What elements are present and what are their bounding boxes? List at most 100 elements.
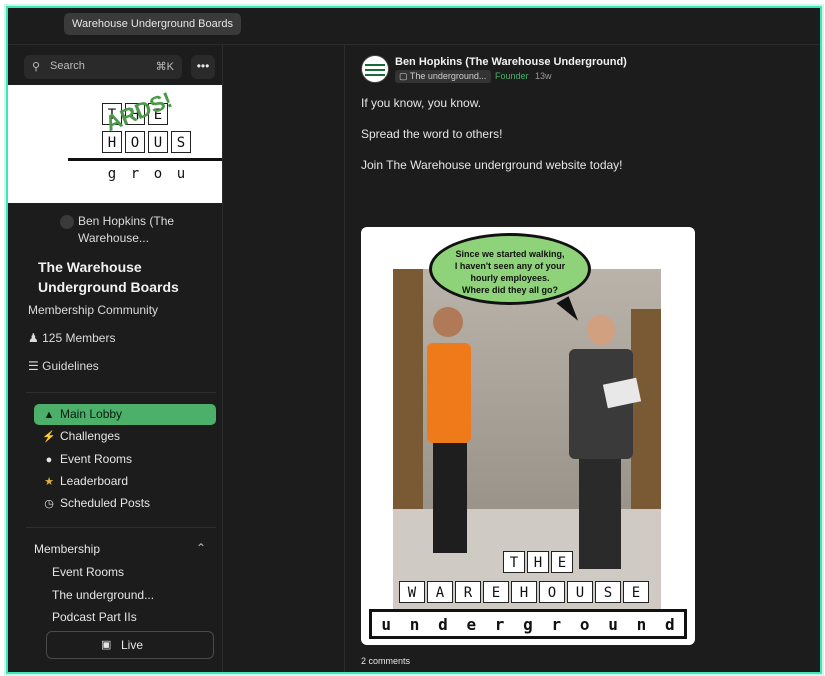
- comments-count[interactable]: 2 comments: [361, 656, 410, 666]
- logo-letter: u: [608, 614, 618, 634]
- community-owner[interactable]: Ben Hopkins (The Warehouse...: [60, 213, 208, 247]
- logo-letter: H: [511, 581, 537, 603]
- guidelines-label: Guidelines: [42, 359, 99, 373]
- logo-warehouse-row: W A R E H O U S E: [399, 581, 651, 603]
- logo-letter: T: [503, 551, 525, 573]
- logo-letter: R: [455, 581, 481, 603]
- section-title: Membership: [34, 542, 101, 556]
- post-image[interactable]: T H E W A R E H O U S E Since we started: [361, 227, 695, 645]
- sidebar-item-podcast[interactable]: Podcast Part IIs: [52, 610, 137, 624]
- banner-letter: g: [107, 166, 117, 182]
- membership-section-header[interactable]: Membership ⌃: [34, 541, 216, 556]
- nav-label: Main Lobby: [60, 407, 123, 421]
- banner-letter: U: [148, 131, 168, 153]
- video-camera-icon: ▣: [101, 639, 112, 651]
- logo-letter: W: [399, 581, 425, 603]
- members-link[interactable]: ♟ 125 Members: [28, 331, 115, 345]
- search-shortcut: ⌘K: [155, 61, 174, 73]
- nav-label: Challenges: [60, 429, 121, 443]
- warehouse-photo: T H E W A R E H O U S E: [393, 269, 661, 609]
- logo-letter: O: [539, 581, 565, 603]
- guidelines-link[interactable]: ☰ Guidelines: [28, 359, 99, 373]
- sidebar-item-event-rooms-2[interactable]: Event Rooms: [52, 565, 124, 579]
- live-button[interactable]: ▣ Live: [46, 631, 214, 659]
- founder-badge: Founder: [495, 71, 529, 81]
- banner-letter: o: [153, 166, 163, 182]
- bubble-line: hourly employees.: [470, 273, 550, 283]
- breadcrumb[interactable]: Warehouse Underground Boards: [64, 13, 242, 35]
- bubble-line: Since we started walking,: [455, 249, 565, 259]
- banner-divider: [68, 158, 222, 161]
- post-age[interactable]: 13w: [535, 71, 552, 81]
- manager-legs: [579, 459, 621, 569]
- banner-letter: S: [171, 131, 191, 153]
- shelf-left: [393, 269, 423, 509]
- guidelines-icon: ☰: [28, 359, 39, 373]
- logo-letter: E: [483, 581, 509, 603]
- community-type: Membership Community: [28, 303, 158, 317]
- monitor-icon: ▢: [399, 71, 408, 81]
- manager-head: [587, 315, 615, 345]
- sidebar-item-challenges[interactable]: ⚡ Challenges: [34, 426, 216, 447]
- chevron-up-icon: ⌃: [195, 541, 206, 555]
- search-input[interactable]: ⚲ Search ⌘K: [24, 55, 182, 79]
- owner-name: Ben Hopkins (The Warehouse...: [78, 214, 175, 245]
- post-paragraph: If you know, you know.: [361, 96, 482, 110]
- nav-label: Event Rooms: [60, 452, 133, 466]
- more-options-button[interactable]: •••: [191, 55, 215, 79]
- logo-letter: U: [567, 581, 593, 603]
- sidebar-item-scheduled-posts[interactable]: ◷ Scheduled Posts: [34, 493, 216, 514]
- post-paragraph: Spread the word to others!: [361, 127, 503, 141]
- search-icon: ⚲: [32, 61, 41, 73]
- post-paragraph: Join The Warehouse underground website t…: [361, 158, 623, 172]
- members-count: 125 Members: [42, 331, 116, 345]
- speech-bubble: Since we started walking, I haven't seen…: [429, 233, 591, 326]
- banner-letter: r: [130, 166, 140, 182]
- logo-letter: E: [551, 551, 573, 573]
- sidebar-item-leaderboard[interactable]: ★ Leaderboard: [34, 471, 216, 492]
- owner-avatar: [60, 215, 74, 229]
- microphone-icon: ●: [45, 454, 53, 466]
- post: Ben Hopkins (The Warehouse Underground) …: [345, 45, 820, 672]
- search-placeholder: Search: [50, 60, 85, 72]
- community-banner[interactable]: T H E H O U S g r o u ARDS!: [8, 85, 222, 203]
- sidebar-item-main-lobby[interactable]: ▲ Main Lobby: [34, 404, 216, 425]
- bubble-line: I haven't seen any of your: [454, 261, 566, 271]
- members-icon: ♟: [28, 331, 39, 345]
- author-name[interactable]: Ben Hopkins (The Warehouse Underground): [395, 56, 627, 68]
- sidebar-item-event-rooms[interactable]: ● Event Rooms: [34, 449, 216, 470]
- logo-letter: E: [623, 581, 649, 603]
- avatar-mark: [365, 74, 385, 76]
- trophy-icon: ★: [44, 476, 54, 488]
- worker-vest: [427, 343, 471, 443]
- space-tag[interactable]: ▢ The underground...: [395, 70, 491, 83]
- logo-letter: A: [427, 581, 453, 603]
- author-avatar[interactable]: [361, 55, 389, 83]
- sidebar-divider: [26, 527, 216, 528]
- logo-underground-row: u n d e r g r o u n d: [369, 609, 687, 639]
- logo-letter: n: [636, 614, 647, 634]
- shelf-right: [631, 309, 661, 539]
- banner-letter: O: [125, 131, 145, 153]
- logo-letter: r: [494, 614, 505, 634]
- clock-icon: ◷: [44, 498, 54, 510]
- sidebar-divider: [26, 392, 216, 393]
- live-label: Live: [121, 638, 144, 652]
- logo-letter: H: [527, 551, 549, 573]
- worker-legs: [433, 443, 467, 553]
- sidebar: ⚲ Search ⌘K ••• T H E H O U S g r o u AR…: [8, 45, 223, 672]
- banner-stamp: ARDS!: [101, 86, 176, 137]
- community-type-label: Membership Community: [28, 303, 159, 317]
- logo-letter: e: [466, 614, 477, 634]
- lightning-icon: ⚡: [42, 431, 56, 443]
- sidebar-item-underground[interactable]: The underground...: [52, 588, 154, 602]
- logo-letter: o: [579, 614, 590, 634]
- nav-label: Scheduled Posts: [60, 496, 151, 510]
- campfire-icon: ▲: [43, 409, 55, 421]
- logo-letter: d: [664, 614, 675, 634]
- bubble-line: Where did they all go?: [461, 285, 558, 295]
- logo-letter: r: [551, 614, 562, 634]
- banner-letter: u: [176, 166, 186, 182]
- logo-letter: S: [595, 581, 621, 603]
- logo-the-row: T H E: [503, 551, 575, 573]
